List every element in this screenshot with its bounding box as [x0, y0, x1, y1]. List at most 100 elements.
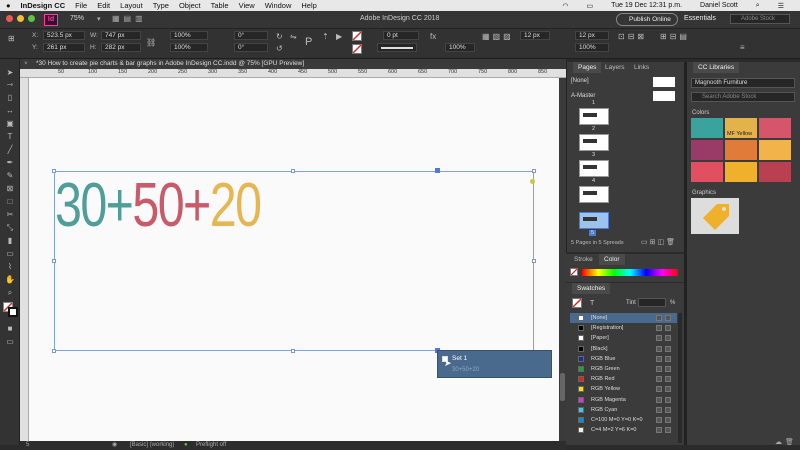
ref-width-field[interactable]: 100% — [575, 43, 609, 52]
hand-tool-icon[interactable]: ✋ — [3, 274, 17, 285]
minimize-window-button[interactable] — [17, 15, 24, 22]
set-popup[interactable]: Set 1 30+50+20 — [437, 350, 552, 378]
menu-object[interactable]: Object — [179, 1, 201, 10]
library-color-swatch[interactable] — [691, 162, 723, 182]
chart-headline-text[interactable]: 30+50+20 — [55, 171, 262, 241]
corner-options-handle[interactable] — [530, 179, 535, 184]
swatch-row[interactable]: RGB Red — [570, 374, 677, 384]
library-color-swatch[interactable] — [725, 140, 757, 160]
content-collector-icon[interactable]: ▣ — [3, 118, 17, 129]
page-thumbnail[interactable] — [579, 186, 609, 203]
swatch-row[interactable]: RGB Yellow — [570, 384, 677, 394]
page-tool-icon[interactable]: ▯ — [3, 92, 17, 103]
tab-links[interactable]: Links — [629, 62, 654, 73]
tab-color[interactable]: Color — [599, 254, 625, 265]
battery-icon[interactable]: ▭ — [586, 2, 593, 10]
tab-layers[interactable]: Layers — [600, 62, 630, 73]
x-field[interactable]: 523.5 px — [43, 31, 85, 40]
swatch-row[interactable]: [None] — [570, 313, 677, 323]
library-color-swatch[interactable] — [691, 118, 723, 138]
color-fill-icon[interactable] — [570, 268, 578, 276]
scissors-tool-icon[interactable]: ✂ — [3, 209, 17, 220]
zoom-select[interactable]: 75% — [70, 15, 84, 22]
library-color-swatch[interactable] — [691, 140, 723, 160]
library-color-swatch[interactable] — [759, 140, 791, 160]
menu-layout[interactable]: Layout — [120, 1, 143, 10]
tint-field[interactable] — [638, 298, 666, 307]
frame-handle[interactable] — [52, 259, 56, 263]
page-thumbnail[interactable] — [579, 212, 609, 229]
page-thumbnail[interactable] — [579, 160, 609, 177]
menu-app[interactable]: InDesign CC — [21, 1, 66, 10]
scroll-thumb[interactable] — [560, 373, 565, 401]
menu-file[interactable]: File — [75, 1, 87, 10]
gap-tool-icon[interactable]: ↔ — [3, 105, 17, 116]
width-field[interactable]: 747 px — [101, 31, 141, 40]
swatch-row[interactable]: C=4 M=2 Y=6 K=0 — [570, 425, 677, 435]
tab-swatches[interactable]: Swatches — [572, 283, 611, 294]
view-mode-icon[interactable]: ▭ — [3, 336, 17, 347]
vertical-ruler[interactable] — [20, 78, 29, 441]
free-transform-tool-icon[interactable]: ⤡ — [3, 222, 17, 233]
menu-window[interactable]: Window — [265, 1, 292, 10]
open-page-icon[interactable]: ◉ — [112, 441, 117, 450]
tab-pages[interactable]: Pages — [573, 62, 602, 73]
stroke-weight-field[interactable]: 0 pt — [383, 31, 419, 40]
library-color-swatch[interactable] — [759, 162, 791, 182]
frame-handle[interactable] — [52, 349, 56, 353]
library-color-swatch[interactable] — [725, 162, 757, 182]
select-next-icon[interactable]: ▶ — [336, 32, 342, 41]
link-proportions-icon[interactable]: ⛓ — [146, 38, 156, 47]
rotate-90-ccw-icon[interactable]: ↺ — [276, 44, 283, 53]
effects-icon[interactable]: fx — [430, 32, 436, 41]
close-tab-icon[interactable]: × — [24, 59, 28, 69]
reference-point-icon[interactable]: ⊞ — [8, 34, 15, 43]
library-color-swatch[interactable] — [759, 118, 791, 138]
frame-handle[interactable] — [291, 349, 295, 353]
color-spectrum[interactable] — [582, 269, 678, 276]
page-thumbnail[interactable] — [579, 108, 609, 125]
horizontal-ruler[interactable]: 50 100 150 200 250 300 350 400 450 500 550 600 650 70… — [20, 69, 577, 78]
direct-selection-tool-icon[interactable]: ⇾ — [3, 79, 17, 90]
swatch-scrollbar[interactable] — [678, 313, 682, 443]
scale-x-field[interactable]: 100% — [170, 31, 208, 40]
swatch-row[interactable]: RGB Green — [570, 364, 677, 374]
master-none-label[interactable]: [None] — [571, 78, 589, 84]
menu-type[interactable]: Type — [153, 1, 169, 10]
master-none-thumb[interactable] — [653, 77, 675, 87]
line-tool-icon[interactable]: ╱ — [3, 144, 17, 155]
document-canvas[interactable]: 30+50+20 Set 1 30+50+20 ➤ — [29, 78, 559, 441]
y-field[interactable]: 261 px — [43, 43, 85, 52]
preflight-icon[interactable]: ● — [184, 441, 188, 450]
selection-tool-icon[interactable]: ➤ — [3, 67, 17, 78]
align-icons[interactable]: ⊡⊟⊠ — [618, 32, 647, 41]
document-tab[interactable]: × *30 How to create pie charts & bar gra… — [20, 59, 566, 69]
pencil-tool-icon[interactable]: ✎ — [3, 170, 17, 181]
library-select[interactable]: Magnooth Furniture — [691, 78, 795, 88]
swatch-row[interactable]: RGB Cyan — [570, 405, 677, 415]
workspace-select[interactable]: Essentials — [684, 15, 716, 22]
height-field[interactable]: 282 px — [101, 43, 141, 52]
swatch-row[interactable]: [Registration] — [570, 323, 677, 333]
fill-swatch[interactable] — [352, 31, 362, 41]
master-a-label[interactable]: A-Master — [571, 93, 595, 99]
rotate-90-icon[interactable]: ↻ — [276, 32, 283, 41]
apple-icon[interactable]: ● — [6, 1, 11, 10]
opacity-field[interactable]: 100% — [445, 43, 475, 52]
apply-color-icon[interactable]: ■ — [3, 323, 17, 334]
library-search-input[interactable]: Search Adobe Stock — [691, 92, 795, 102]
tab-stroke[interactable]: Stroke — [569, 254, 598, 265]
library-actions-icons[interactable]: ☁🗑 — [775, 438, 797, 446]
menu-table[interactable]: Table — [211, 1, 229, 10]
eyedropper-tool-icon[interactable]: ⌇ — [3, 261, 17, 272]
page-number-field[interactable]: 5 — [26, 441, 29, 450]
frame-handle[interactable] — [532, 169, 536, 173]
flip-horizontal-icon[interactable]: ⇋ — [290, 32, 297, 41]
swatch-row[interactable]: RGB Blue — [570, 354, 677, 364]
swatch-row[interactable]: [Paper] — [570, 333, 677, 343]
menu-help[interactable]: Help — [301, 1, 316, 10]
publish-online-button[interactable]: Publish Online — [616, 13, 678, 26]
text-format-icon[interactable]: T — [590, 300, 594, 307]
menu-view[interactable]: View — [239, 1, 255, 10]
screen-mode-icons[interactable]: ▦▤▥ — [112, 14, 147, 23]
